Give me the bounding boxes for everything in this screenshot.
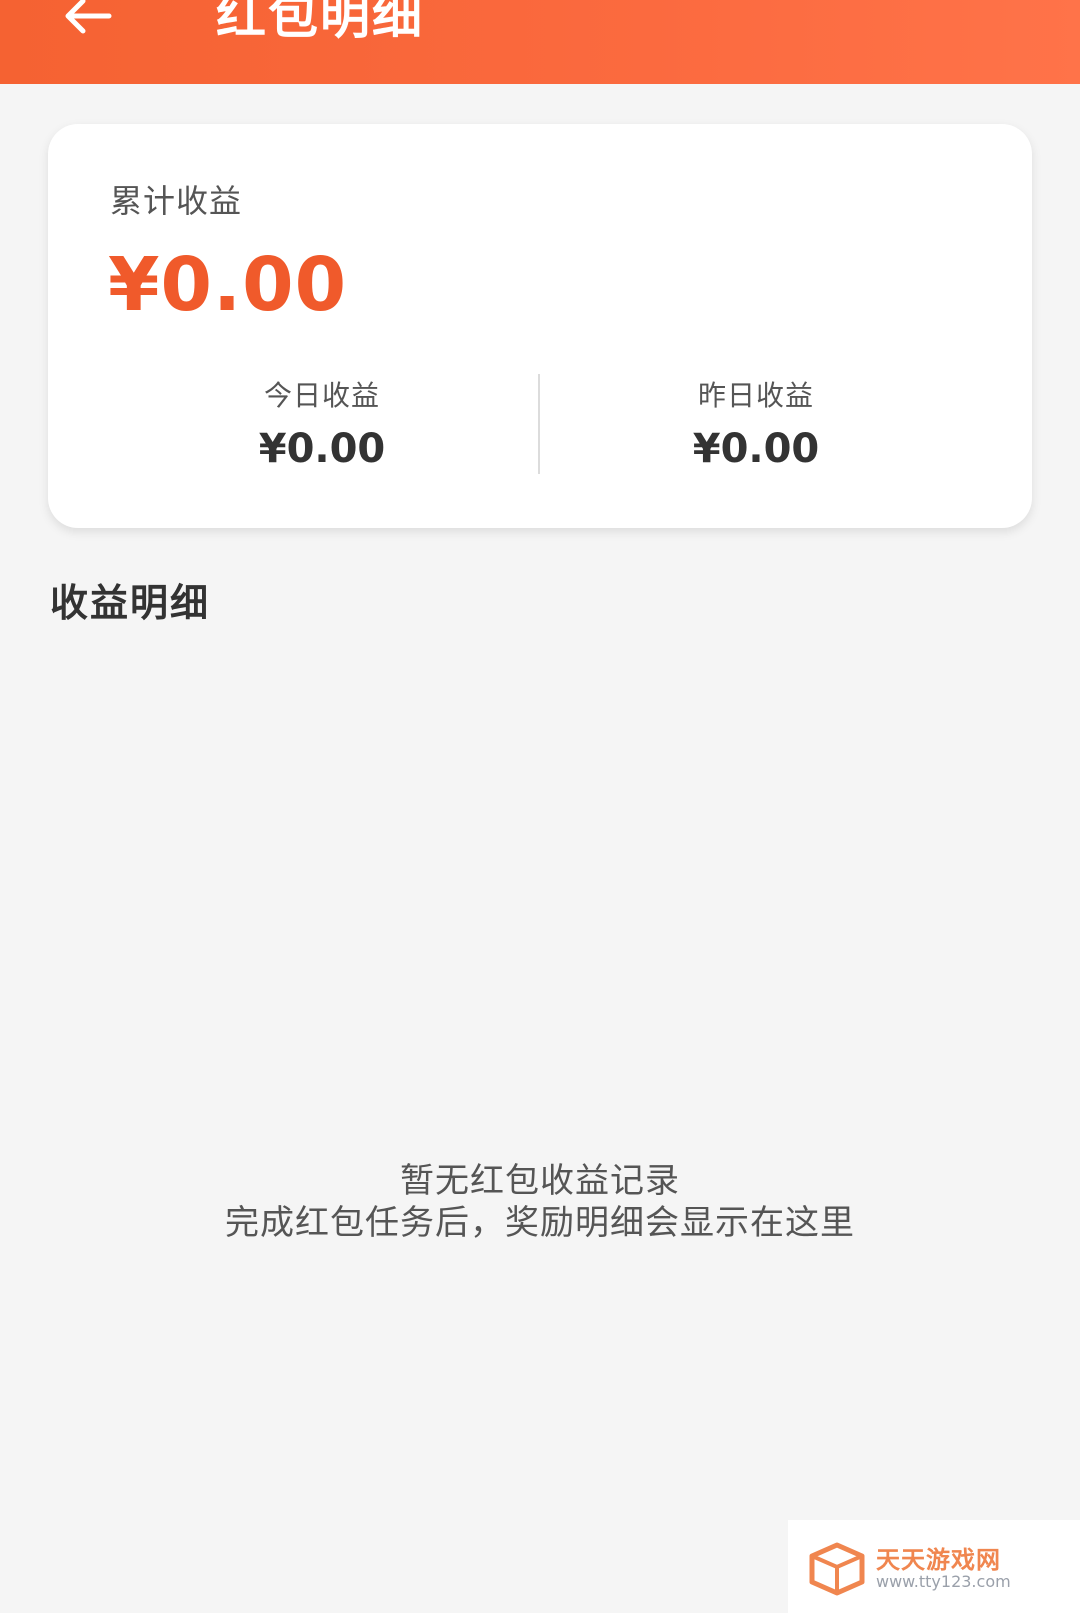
today-earnings-label: 今日收益 [263,379,380,412]
empty-state-hint: 完成红包任务后，奖励明细会显示在这里 [225,1203,855,1243]
total-earnings-label: 累计收益 [110,182,243,220]
total-earnings-amount: ¥0.00 [108,242,348,328]
empty-state: 暂无红包收益记录 完成红包任务后，奖励明细会显示在这里 [0,1160,1080,1244]
arrow-left-icon [65,0,112,34]
today-earnings-amount: ¥0.00 [258,426,386,472]
empty-state-title: 暂无红包收益记录 [400,1161,680,1201]
earnings-details-title: 收益明细 [50,581,211,625]
earnings-summary-card: 累计收益 ¥0.00 今日收益 ¥0.00 昨日收益 ¥0.00 [48,124,1032,528]
divider [538,374,540,474]
back-button[interactable] [52,0,122,44]
watermark: 天天游戏网 www.tty123.com [788,1520,1080,1613]
site-logo-icon [809,1542,865,1596]
today-earnings: 今日收益 ¥0.00 [172,374,472,472]
yesterday-earnings: 昨日收益 ¥0.00 [606,374,906,472]
top-app-bar: 红包明细 [0,0,1080,84]
watermark-name: 天天游戏网 [876,1546,1001,1574]
yesterday-earnings-label: 昨日收益 [697,379,814,412]
watermark-url: www.tty123.com [876,1572,1011,1591]
page-title: 红包明细 [216,0,424,45]
yesterday-earnings-amount: ¥0.00 [692,426,820,472]
